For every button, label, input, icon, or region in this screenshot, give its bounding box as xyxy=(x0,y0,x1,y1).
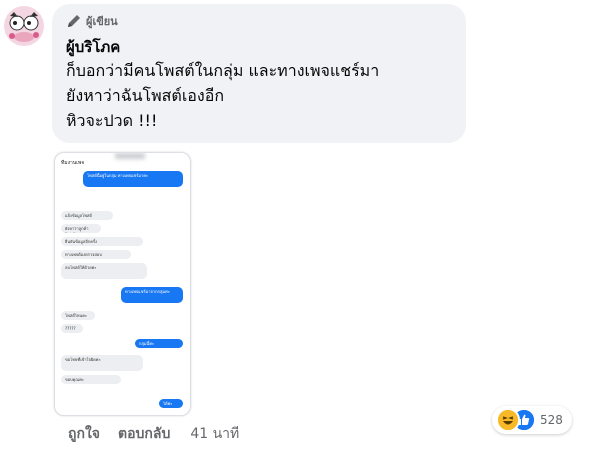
chat-message: โพสต์นี้อยู่ในกลุ่ม ทางเพจแชร์มาค่ะ xyxy=(83,171,183,187)
chat-message: ขอบคุณค่ะ xyxy=(61,375,121,384)
attached-chat-screenshot[interactable]: ทีมงานเพจ โพสต์นี้อยู่ในกลุ่ม ทางเพจแชร์… xyxy=(54,152,191,416)
avatar-image xyxy=(4,6,44,46)
chat-message: โพสต์ไหนคะ xyxy=(61,311,95,320)
chat-message: ยืนยันข้อมูลอีกครั้ง xyxy=(61,237,143,246)
comment-thread: ผู้เขียน ผู้บริโภค ก็บอกว่ามีคนโพสต์ในกล… xyxy=(0,0,600,450)
author-badge: ผู้เขียน xyxy=(66,10,466,32)
comment-author[interactable]: ผู้บริโภค xyxy=(66,36,466,58)
like-button[interactable]: ถูกใจ xyxy=(68,423,100,445)
haha-icon xyxy=(496,408,520,432)
redacted-area xyxy=(115,153,145,159)
comment-text-line: ยังหาว่าฉันโพสต์เองอีก xyxy=(66,86,225,105)
chat-contact-name: ทีมงานเพจ xyxy=(61,160,85,166)
avatar[interactable] xyxy=(4,6,44,46)
chat-message: กลุ่มนี้ค่ะ xyxy=(135,339,183,348)
comment-actions: ถูกใจ ตอบกลับ 41 นาที xyxy=(68,424,239,444)
reaction-summary[interactable]: 528 xyxy=(492,406,572,434)
reaction-count: 528 xyxy=(540,413,563,427)
chat-message: ????? xyxy=(61,324,83,333)
chat-message: ได้ค่ะ xyxy=(159,399,183,408)
chat-message: แจ้งข้อมูลโพสต์ xyxy=(61,211,113,220)
chat-message: ทางเพจแชร์มาจากกลุ่มค่ะ xyxy=(121,287,183,303)
comment-timestamp[interactable]: 41 นาที xyxy=(190,423,239,445)
chat-message: ลบโพสต์ให้ด้วยค่ะ xyxy=(61,263,147,279)
reply-button[interactable]: ตอบกลับ xyxy=(118,423,170,445)
pencil-icon xyxy=(66,13,82,29)
comment-text-line: ก็บอกว่ามีคนโพสต์ในกลุ่ม และทางเพจแชร์มา xyxy=(66,61,380,80)
chat-message: ยังหาว่าลูกค้าโพสต์เอง xyxy=(61,224,101,233)
chat-message: ขอโทษที่เข้าใจผิดค่ะ xyxy=(61,355,143,371)
comment-bubble: ผู้เขียน ผู้บริโภค ก็บอกว่ามีคนโพสต์ในกล… xyxy=(52,4,466,143)
chat-message: ทางเพจต้องตรวจสอบ xyxy=(61,250,131,259)
comment-text-line: หิวจะปวด !!! xyxy=(66,111,158,130)
author-badge-label: ผู้เขียน xyxy=(86,15,118,28)
